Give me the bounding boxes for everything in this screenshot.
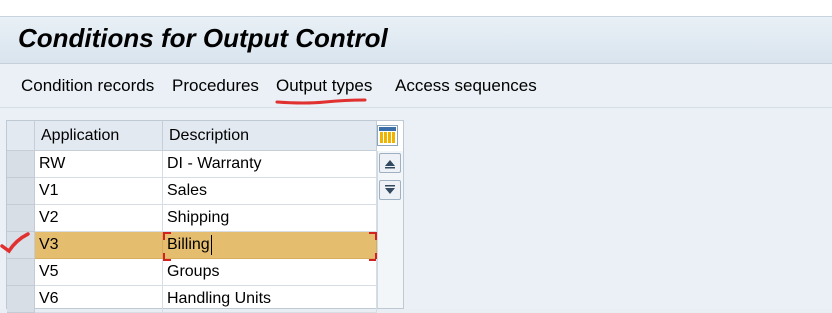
cell-application[interactable]: V3 [35,232,163,259]
menu-item-condition-records[interactable]: Condition records [21,76,154,96]
menu-item-procedures[interactable]: Procedures [172,76,259,96]
table-row-selected[interactable]: V3 Billing [7,232,377,261]
cell-application[interactable]: V1 [35,178,163,205]
application-table: Application Description RW DI - Warranty… [6,120,404,313]
page-title: Conditions for Output Control [18,23,388,53]
column-header-description[interactable]: Description [163,121,377,151]
scroll-down-button[interactable] [379,180,401,200]
cell-description-focused[interactable]: Billing [163,232,377,259]
table-row[interactable]: RW DI - Warranty [7,151,377,178]
table-row[interactable]: V1 Sales [7,178,377,205]
cell-application[interactable]: RW [35,151,163,178]
select-all-cell[interactable] [7,121,35,151]
cell-description[interactable]: DI - Warranty [163,151,377,178]
scroll-up-button[interactable] [379,153,401,173]
focus-corner-tr [369,232,377,240]
red-underline-annotation [275,98,367,105]
table-row[interactable]: V2 Shipping [7,205,377,232]
cell-description-text: Billing [167,236,210,253]
table-row[interactable]: V5 Groups [7,259,377,286]
cell-description[interactable]: Shipping [163,205,377,232]
cell-description[interactable]: Sales [163,178,377,205]
cell-application[interactable]: V5 [35,259,163,286]
menu-bar: Condition records Procedures Output type… [0,64,832,108]
row-selector[interactable] [7,151,35,178]
cell-description[interactable]: Groups [163,259,377,286]
column-header-application[interactable]: Application [35,121,163,151]
row-selector[interactable] [7,205,35,232]
row-selector[interactable] [7,178,35,205]
text-caret [211,235,212,255]
window-top-edge [0,0,832,16]
vertical-scrollbar[interactable] [377,151,403,308]
red-checkmark-annotation [0,232,30,254]
column-settings-icon[interactable] [377,125,398,146]
triangle-down-icon [385,185,395,194]
focus-corner-tl [163,232,171,240]
title-bar: Conditions for Output Control [0,16,832,64]
cell-application[interactable]: V2 [35,205,163,232]
menu-item-output-types[interactable]: Output types [276,76,372,96]
menu-item-access-sequences[interactable]: Access sequences [395,76,537,96]
row-selector[interactable] [7,259,35,286]
triangle-up-icon [385,160,395,169]
